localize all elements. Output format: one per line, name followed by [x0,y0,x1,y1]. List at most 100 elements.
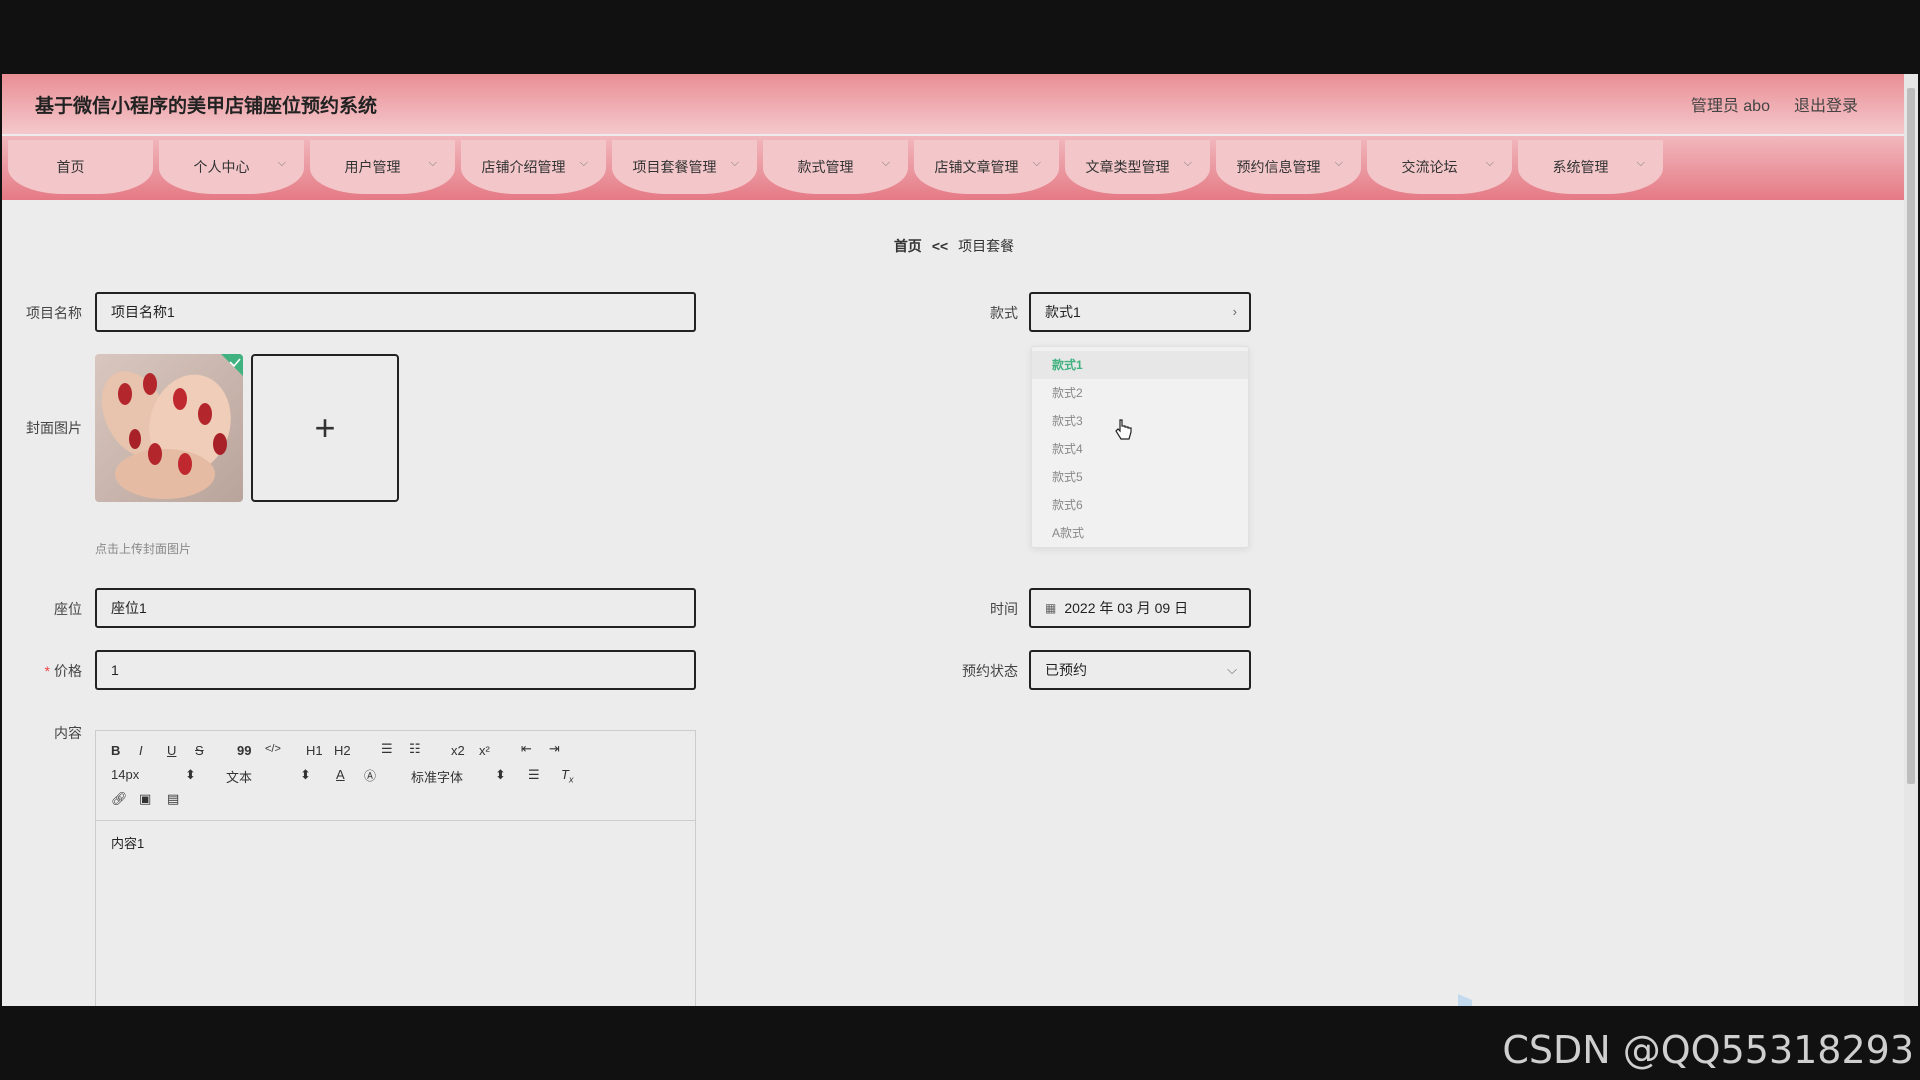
chevron-down-icon: ⌵ [277,157,286,169]
nav-shop-intro-management[interactable]: 店铺介绍管理 ⌵ [461,140,606,194]
nav-personal-center[interactable]: 个人中心 ⌵ [159,140,304,194]
nav-article-type-management[interactable]: 文章类型管理 ⌵ [1065,140,1210,194]
code-block-button[interactable]: </> [265,743,281,755]
nav-article-management[interactable]: 店铺文章管理 ⌵ [914,140,1059,194]
ordered-list-icon[interactable]: ☰ [381,741,393,757]
upload-hint: 点击上传封面图片 [95,542,192,556]
calendar-icon: ▦ [1045,601,1057,615]
user-area: 管理员 abo 退出登录 [1691,92,1858,116]
strike-button[interactable]: S [195,743,204,758]
nav-label: 用户管理 [344,159,401,175]
clear-format-icon[interactable]: Tx [561,767,573,785]
breadcrumb-home[interactable]: 首页 [894,238,922,254]
style-option[interactable]: 款式5 [1032,463,1248,491]
header-select[interactable]: 文本 ⬍ [226,767,311,786]
booking-status-label: 预约状态 [962,663,1018,679]
outdent-icon[interactable]: ⇤ [521,741,532,757]
image-icon[interactable]: ▣ [139,791,151,807]
font-size-select[interactable]: 14px ⬍ [111,767,196,782]
nav-label: 交流论坛 [1401,159,1458,175]
required-mark: * [44,663,50,679]
style-option[interactable]: 款式2 [1032,379,1248,407]
project-name-value: 项目名称1 [111,304,175,320]
underline-button[interactable]: U [167,743,176,758]
nav-label: 个人中心 [193,159,250,175]
price-label: * 价格 [2,661,82,681]
indent-icon[interactable]: ⇥ [549,741,560,757]
style-option[interactable]: 款式6 [1032,491,1248,519]
plus-icon: + [314,407,336,448]
nav-label: 店铺文章管理 [934,159,1019,175]
project-name-label: 项目名称 [26,305,82,321]
header1-button[interactable]: H1 [306,743,323,758]
chevron-down-icon: ⌵ [1485,157,1494,169]
nav-home[interactable]: 首页 [8,140,153,194]
bing-logo-overlay [1458,994,1472,1006]
current-user[interactable]: 管理员 abo [1691,92,1770,116]
chevron-down-icon: ⌵ [881,157,890,169]
booking-status-value: 已预约 [1045,662,1087,678]
blockquote-button[interactable]: 99 [237,743,251,758]
align-icon[interactable]: ☰ [528,767,540,783]
content-label: 内容 [54,725,82,741]
bullet-list-icon[interactable]: ☷ [409,741,421,757]
font-color-icon[interactable]: A [336,767,345,782]
nav-style-management[interactable]: 款式管理 ⌵ [763,140,908,194]
logout-link[interactable]: 退出登录 [1794,92,1858,116]
header2-button[interactable]: H2 [334,743,351,758]
hand-cursor-icon [1115,419,1132,440]
nav-system-management[interactable]: 系统管理 ⌵ [1518,140,1663,194]
nav-label: 预约信息管理 [1236,159,1321,175]
select-arrows-icon: ⬍ [495,767,506,782]
style-option[interactable]: A款式 [1032,519,1248,547]
cover-image-label: 封面图片 [26,420,82,436]
project-name-input[interactable]: 项目名称1 [95,292,696,332]
font-family-select[interactable]: 标准字体 ⬍ [411,767,511,786]
price-input[interactable]: 1 [95,650,696,690]
booking-status-select[interactable]: 已预约 ⌵ [1029,650,1251,690]
video-icon[interactable]: ▤ [167,791,179,807]
subscript-button[interactable]: x2 [451,743,465,758]
chevron-down-icon: ⌵ [730,157,739,169]
app-window: 基于微信小程序的美甲店铺座位预约系统 管理员 abo 退出登录 首页 个人中心 ⌵… [2,74,1906,1006]
seat-input[interactable]: 座位1 [95,588,696,628]
date-picker[interactable]: ▦ 2022 年 03 月 09 日 [1029,588,1251,628]
seat-value: 座位1 [111,600,147,616]
style-option[interactable]: 款式4 [1032,435,1248,463]
top-header: 基于微信小程序的美甲店铺座位预约系统 管理员 abo 退出登录 [2,74,1906,134]
style-select[interactable]: 款式1 › [1029,292,1251,332]
nav-booking-management[interactable]: 预约信息管理 ⌵ [1216,140,1361,194]
nav-label: 系统管理 [1552,159,1609,175]
italic-button[interactable]: I [139,743,143,758]
style-value: 款式1 [1045,304,1081,320]
editor-content[interactable]: 内容1 [96,821,695,864]
font-size-value: 14px [111,767,140,782]
chevron-down-icon: ⌵ [579,157,588,169]
price-value: 1 [111,662,119,678]
date-value: 2022 年 03 月 09 日 [1064,600,1189,616]
nav-forum[interactable]: 交流论坛 ⌵ [1367,140,1512,194]
scrollbar-thumb[interactable] [1907,88,1915,784]
bold-button[interactable]: B [111,743,120,758]
background-color-icon[interactable]: Ⓐ [364,767,376,784]
vertical-scrollbar[interactable] [1904,74,1918,1006]
nav-user-management[interactable]: 用户管理 ⌵ [310,140,455,194]
chevron-right-icon: › [1232,304,1237,319]
price-label-text: 价格 [54,663,82,679]
cover-thumbnail[interactable] [95,354,243,502]
header-select-value: 文本 [226,770,253,785]
link-icon[interactable]: 🔗︎ [111,791,128,807]
chevron-down-icon: ⌵ [1334,157,1343,169]
nav-label: 店铺介绍管理 [481,159,566,175]
chevron-down-icon: ⌵ [1636,157,1645,169]
breadcrumb-separator: << [931,238,949,254]
nav-label: 首页 [56,159,85,175]
nav-package-management[interactable]: 项目套餐管理 ⌵ [612,140,757,194]
superscript-button[interactable]: x² [479,743,490,758]
time-label: 时间 [990,601,1018,617]
chevron-down-icon: ⌵ [428,157,437,169]
style-option[interactable]: 款式1 [1032,351,1248,379]
select-arrows-icon: ⬍ [300,767,311,782]
style-option[interactable]: 款式3 [1032,407,1248,435]
upload-image-button[interactable]: + [251,354,399,502]
